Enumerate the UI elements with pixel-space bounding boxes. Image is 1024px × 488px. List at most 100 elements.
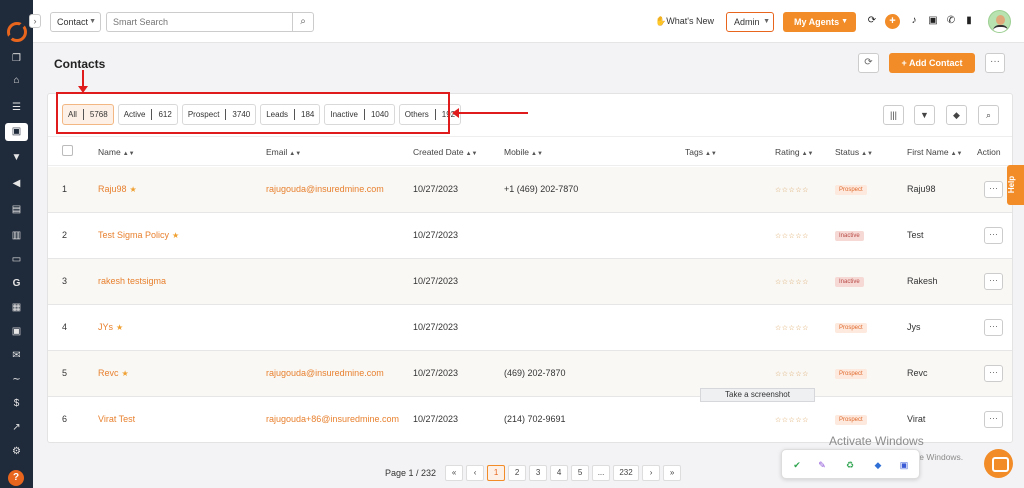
row-action-button[interactable]: ···: [984, 319, 1003, 336]
contact-name[interactable]: Revc ★: [98, 368, 129, 378]
recycle-icon[interactable]: ♻: [844, 459, 856, 471]
shield-icon[interactable]: ◆: [872, 459, 884, 471]
page-button[interactable]: 2: [508, 465, 527, 481]
bell-icon[interactable]: ♪: [907, 14, 921, 28]
page-button[interactable]: »: [663, 465, 682, 481]
spreadsheet-icon[interactable]: ▦: [10, 302, 23, 314]
smart-search-input[interactable]: [106, 12, 293, 32]
header-created-date[interactable]: Created Date ▲▼: [413, 147, 477, 157]
contacts-icon[interactable]: ▣: [5, 123, 28, 141]
rating-stars[interactable]: ☆☆☆☆☆: [775, 416, 809, 424]
header-status[interactable]: Status ▲▼: [835, 147, 873, 157]
help-tab[interactable]: Help: [1007, 165, 1024, 205]
whats-new-link[interactable]: ✋What's New: [655, 16, 714, 27]
contact-name[interactable]: rakesh testsigma: [98, 276, 166, 286]
page-button[interactable]: 3: [529, 465, 548, 481]
contact-email[interactable]: rajugouda@insuredmine.com: [266, 368, 384, 378]
row-action-button[interactable]: ···: [984, 273, 1003, 290]
calculator-icon[interactable]: ▮: [962, 14, 976, 28]
pen-icon[interactable]: ✎: [816, 459, 828, 471]
table-row[interactable]: 3 rakesh testsigma 10/27/2023 ☆☆☆☆☆ Inactive…: [48, 259, 1012, 305]
megaphone-icon[interactable]: ◀: [10, 178, 23, 190]
header-tags[interactable]: Tags ▲▼: [685, 147, 717, 157]
table-row[interactable]: 1 Raju98 ★ rajugouda@insuredmine.com 10/27/2…: [48, 167, 1012, 213]
row-action-button[interactable]: ···: [984, 365, 1003, 382]
table-search-button[interactable]: ⌕: [978, 105, 999, 125]
rating-stars[interactable]: ☆☆☆☆☆: [775, 278, 809, 286]
header-email[interactable]: Email ▲▼: [266, 147, 301, 157]
header-rating[interactable]: Rating ▲▼: [775, 147, 813, 157]
quick-add-button[interactable]: +: [885, 14, 900, 29]
contact-email[interactable]: rajugouda@insuredmine.com: [266, 184, 384, 194]
page-button[interactable]: 1: [487, 465, 506, 481]
page-button[interactable]: «: [445, 465, 464, 481]
my-agents-button[interactable]: My Agents ▼: [783, 12, 856, 32]
user-avatar[interactable]: [988, 10, 1011, 33]
copy-icon[interactable]: ❐: [10, 53, 23, 65]
dollar-icon[interactable]: $: [10, 398, 23, 410]
header-first-name[interactable]: First Name ▲▼: [907, 147, 962, 157]
signature-icon[interactable]: ∼: [10, 374, 23, 386]
row-action-button[interactable]: ···: [984, 411, 1003, 428]
sidebar-collapse-button[interactable]: ›: [29, 14, 41, 28]
contact-name-link[interactable]: rakesh testsigma: [98, 276, 166, 286]
rating-stars[interactable]: ☆☆☆☆☆: [775, 324, 809, 332]
funnel-icon[interactable]: ▼: [10, 152, 23, 164]
select-all-checkbox[interactable]: [62, 145, 73, 156]
help-circle-icon[interactable]: ?: [8, 470, 24, 486]
bank-icon[interactable]: ⌂: [10, 75, 23, 87]
contact-name[interactable]: JYs ★: [98, 322, 123, 332]
folder-icon[interactable]: ▭: [10, 254, 23, 266]
check-icon[interactable]: ✔: [791, 459, 803, 471]
row-action-button[interactable]: ···: [984, 181, 1003, 198]
table-row[interactable]: 2 Test Sigma Policy ★ 10/27/2023 ☆☆☆☆☆ Inacti…: [48, 213, 1012, 259]
phone-icon[interactable]: ✆: [944, 14, 958, 28]
google-icon[interactable]: G: [10, 278, 23, 290]
contact-name[interactable]: Raju98 ★: [98, 184, 137, 194]
contact-name-link[interactable]: Raju98: [98, 184, 127, 194]
app-icon[interactable]: ▣: [898, 459, 910, 471]
tags-button[interactable]: ◆: [946, 105, 967, 125]
page-button[interactable]: 232: [613, 465, 640, 481]
rating-stars[interactable]: ☆☆☆☆☆: [775, 370, 809, 378]
app-logo-icon[interactable]: [2, 17, 32, 47]
contact-name-link[interactable]: Test Sigma Policy: [98, 230, 169, 240]
contact-name-link[interactable]: Revc: [98, 368, 119, 378]
page-button[interactable]: 4: [550, 465, 569, 481]
contact-name[interactable]: Virat Test: [98, 414, 135, 424]
rating-stars[interactable]: ☆☆☆☆☆: [775, 232, 809, 240]
status-badge: Prospect: [835, 185, 867, 195]
bar-chart-icon[interactable]: ▥: [10, 230, 23, 242]
trend-icon[interactable]: ↗: [10, 422, 23, 434]
rating-stars[interactable]: ☆☆☆☆☆: [775, 186, 809, 194]
refresh-button[interactable]: ⟳: [858, 53, 879, 73]
more-options-button[interactable]: ···: [985, 53, 1005, 73]
add-contact-button[interactable]: + Add Contact: [889, 53, 975, 73]
page-button[interactable]: ...: [592, 465, 611, 481]
gear-icon[interactable]: ⚙: [10, 446, 23, 458]
calendar-icon[interactable]: ▣: [10, 326, 23, 338]
contact-email[interactable]: rajugouda+86@insuredmine.com: [266, 414, 399, 424]
search-button[interactable]: ⌕: [292, 12, 314, 32]
columns-button[interactable]: |||: [883, 105, 904, 125]
search-type-select[interactable]: Contact ▼: [50, 12, 101, 32]
admin-select[interactable]: Admin ▼: [726, 12, 774, 32]
contact-name[interactable]: Test Sigma Policy ★: [98, 230, 179, 240]
document-icon[interactable]: ▤: [10, 204, 23, 216]
mail-icon[interactable]: ✉: [10, 350, 23, 362]
notifications-icon[interactable]: ▣: [926, 14, 940, 28]
table-row[interactable]: 5 Revc ★ rajugouda@insuredmine.com 10/27/202…: [48, 351, 1012, 397]
header-mobile[interactable]: Mobile ▲▼: [504, 147, 543, 157]
page-button[interactable]: ‹: [466, 465, 485, 481]
contact-name-link[interactable]: JYs: [98, 322, 113, 332]
page-button[interactable]: 5: [571, 465, 590, 481]
sync-icon[interactable]: ⟳: [865, 14, 879, 28]
chat-button[interactable]: [984, 449, 1013, 478]
table-row[interactable]: 4 JYs ★ 10/27/2023 ☆☆☆☆☆ Prospect Jys ···: [48, 305, 1012, 351]
list-icon[interactable]: ☰: [10, 102, 23, 114]
page-button[interactable]: ›: [642, 465, 661, 481]
header-name[interactable]: Name ▲▼: [98, 147, 135, 157]
row-action-button[interactable]: ···: [984, 227, 1003, 244]
filter-button[interactable]: ▼: [914, 105, 935, 125]
contact-name-link[interactable]: Virat Test: [98, 414, 135, 424]
